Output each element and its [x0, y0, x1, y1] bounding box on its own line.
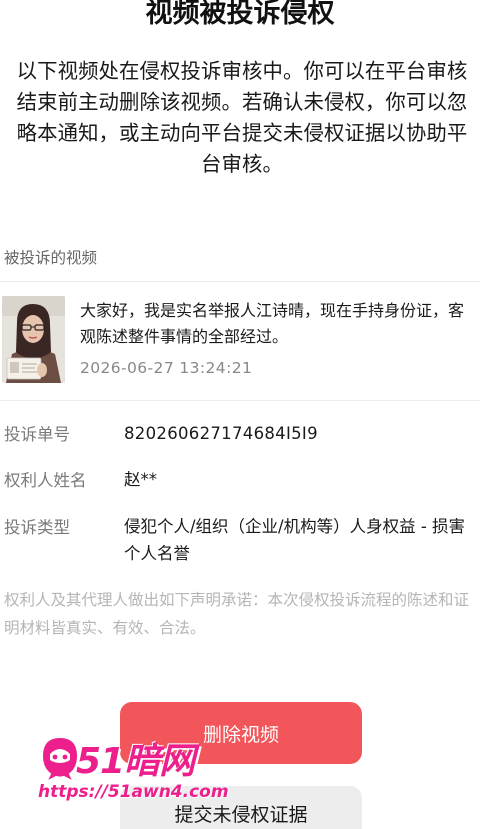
watermark-brand: 51暗网: [76, 741, 195, 782]
video-timestamp: 2026-06-27 13:24:21: [80, 359, 253, 377]
complaint-type-label: 投诉类型: [4, 518, 70, 537]
section-label-video: 被投诉的视频: [4, 249, 98, 267]
complaint-number-label: 投诉单号: [4, 425, 70, 444]
divider: [0, 400, 480, 401]
video-thumbnail[interactable]: [2, 296, 65, 383]
watermark: 51暗网 https://51awn4.com: [38, 730, 238, 810]
divider: [0, 281, 480, 282]
page-title: 视频被投诉侵权: [145, 0, 335, 29]
complaint-type-value: 侵犯个人/组织（企业/机构等）人身权益 - 损害个人名誉: [124, 517, 466, 563]
video-description: 大家好，我是实名举报人江诗晴，现在手持身份证，客观陈述整件事情的全部经过。: [80, 301, 465, 346]
complained-video-card[interactable]: 大家好，我是实名举报人江诗晴，现在手持身份证，客观陈述整件事情的全部经过。 20…: [0, 286, 480, 396]
owner-name-value: 赵**: [124, 470, 157, 489]
complaint-number-value: 820260627174684I5I9: [124, 424, 318, 443]
video-thumbnail-image: [2, 296, 65, 383]
owner-declaration: 权利人及其代理人做出如下声明承诺：本次侵权投诉流程的陈述和证明材料皆真实、有效、…: [4, 591, 470, 637]
owner-name-label: 权利人姓名: [4, 471, 87, 490]
watermark-url: https://51awn4.com: [38, 782, 229, 802]
notice-text: 以下视频处在侵权投诉审核中。你可以在平台审核结束前主动删除该视频。若确认未侵权，…: [16, 59, 468, 176]
